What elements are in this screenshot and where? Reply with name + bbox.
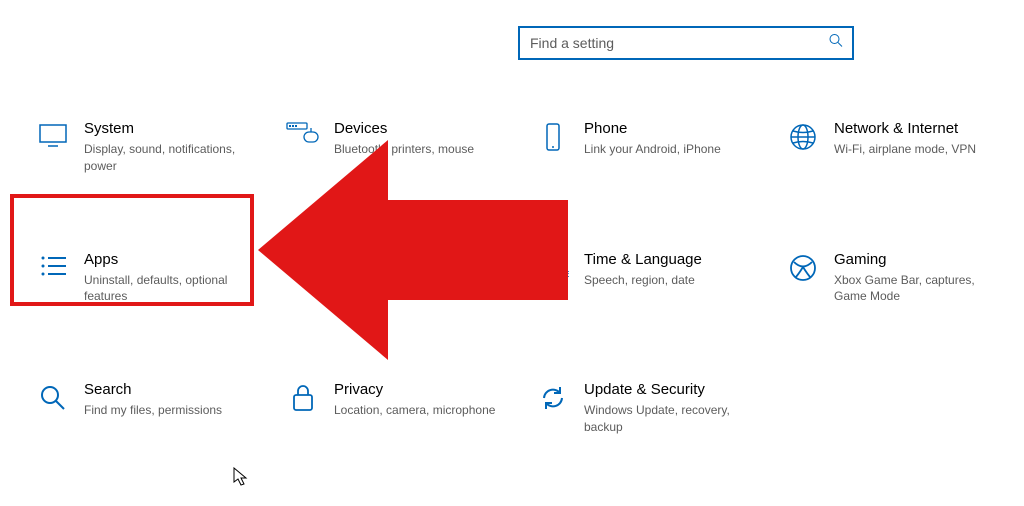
tile-title: Time & Language: [584, 251, 702, 268]
tile-title: System: [84, 120, 248, 137]
cursor-icon: [233, 467, 249, 487]
svg-text:A字: A字: [553, 268, 569, 282]
apps-icon: [28, 251, 78, 279]
tile-network[interactable]: Network & Internet Wi-Fi, airplane mode,…: [772, 112, 1022, 183]
tile-privacy[interactable]: Privacy Location, camera, microphone: [272, 373, 522, 444]
tile-subtitle: Link your Android, iPhone: [584, 141, 721, 158]
tile-subtitle: Xbox Game Bar, captures, Game Mode: [834, 272, 998, 306]
system-icon: [28, 120, 78, 148]
tile-title: Devices: [334, 120, 474, 137]
update-icon: [528, 381, 578, 413]
tile-apps[interactable]: Apps Uninstall, defaults, optional featu…: [22, 243, 272, 314]
tile-subtitle: Uninstall, defaults, optional features: [84, 272, 248, 306]
tile-subtitle: Display, sound, notifications, power: [84, 141, 248, 175]
privacy-icon: [278, 381, 328, 413]
tile-phone[interactable]: Phone Link your Android, iPhone: [522, 112, 772, 183]
tile-system[interactable]: System Display, sound, notifications, po…: [22, 112, 272, 183]
tile-subtitle: Find my files, permissions: [84, 402, 222, 419]
devices-icon: [278, 120, 328, 148]
gaming-icon: [778, 251, 828, 283]
tile-gaming[interactable]: Gaming Xbox Game Bar, captures, Game Mod…: [772, 243, 1022, 314]
phone-icon: [528, 120, 578, 152]
tile-title: Phone: [584, 120, 721, 137]
tile-time-language[interactable]: A字 Time & Language Speech, region, date: [522, 243, 772, 314]
tile-title: Network & Internet: [834, 120, 976, 137]
tile-update-security[interactable]: Update & Security Windows Update, recove…: [522, 373, 772, 444]
search-tile-icon: [28, 381, 78, 413]
tile-subtitle: Windows Update, recovery, backup: [584, 402, 748, 436]
settings-grid: System Display, sound, notifications, po…: [22, 112, 1022, 444]
time-language-icon: A字: [528, 251, 578, 283]
tile-title: Privacy: [334, 381, 495, 398]
tile-devices[interactable]: Devices Bluetooth, printers, mouse: [272, 112, 522, 183]
search-container: [518, 26, 854, 60]
tile-subtitle: Speech, region, date: [584, 272, 702, 289]
tile-title: Apps: [84, 251, 248, 268]
tile-title: Update & Security: [584, 381, 748, 398]
tile-subtitle: Wi-Fi, airplane mode, VPN: [834, 141, 976, 158]
tile-search[interactable]: Search Find my files, permissions: [22, 373, 272, 444]
tile-subtitle: Location, camera, microphone: [334, 402, 495, 419]
network-icon: [778, 120, 828, 152]
tile-title: Gaming: [834, 251, 998, 268]
search-input[interactable]: [518, 26, 854, 60]
tile-title: Search: [84, 381, 222, 398]
tile-subtitle: Bluetooth, printers, mouse: [334, 141, 474, 158]
